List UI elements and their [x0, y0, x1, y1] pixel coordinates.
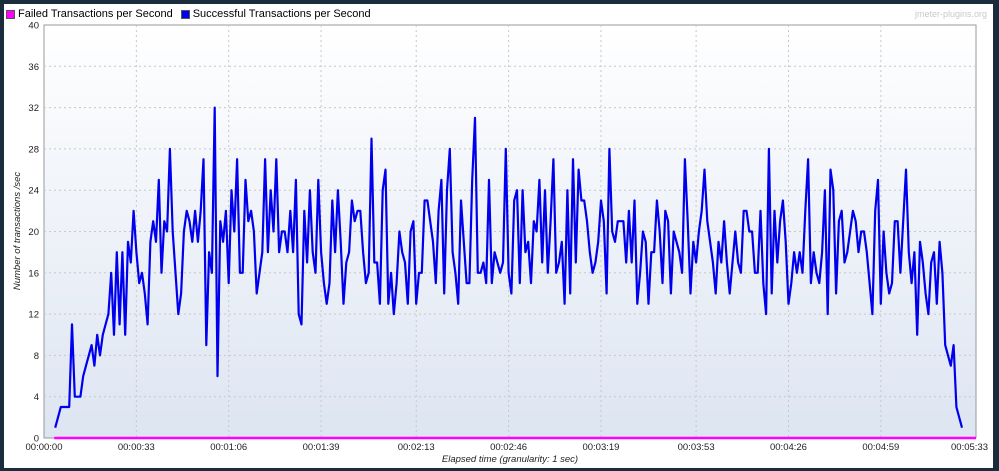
x-tick-label: 00:04:59 — [862, 442, 899, 453]
y-tick-label: 28 — [28, 144, 39, 155]
x-tick-label: 00:01:39 — [303, 442, 340, 453]
y-tick-label: 4 — [34, 392, 39, 403]
x-axis-title: Elapsed time (granularity: 1 sec) — [442, 454, 578, 465]
x-tick-label: 00:03:53 — [678, 442, 715, 453]
y-tick-label: 16 — [28, 268, 39, 279]
x-axis-ticks: 00:00:00 00:00:33 00:01:06 00:01:39 00:02:13… — [26, 442, 988, 453]
x-tick-label: 00:02:46 — [490, 442, 527, 453]
x-tick-label: 00:02:13 — [398, 442, 435, 453]
x-tick-label: 00:04:26 — [770, 442, 807, 453]
y-tick-label: 24 — [28, 186, 39, 197]
y-tick-label: 8 — [34, 351, 39, 362]
transactions-chart: 0481216202428323640 00:00:00 00:00:33 00:0… — [12, 21, 988, 466]
y-tick-label: 12 — [28, 310, 39, 321]
y-tick-label: 20 — [28, 227, 39, 238]
x-tick-label: 00:00:33 — [118, 442, 155, 453]
x-tick-label: 00:03:19 — [582, 442, 619, 453]
y-tick-label: 36 — [28, 62, 39, 73]
x-tick-label: 00:00:00 — [26, 442, 63, 453]
x-tick-label: 00:05:33 — [951, 442, 988, 453]
y-axis-ticks: 0481216202428323640 — [28, 21, 39, 445]
y-tick-label: 40 — [28, 21, 39, 32]
y-axis-title: Number of transactions /sec — [12, 172, 23, 291]
y-tick-label: 32 — [28, 103, 39, 114]
x-tick-label: 00:01:06 — [210, 442, 247, 453]
